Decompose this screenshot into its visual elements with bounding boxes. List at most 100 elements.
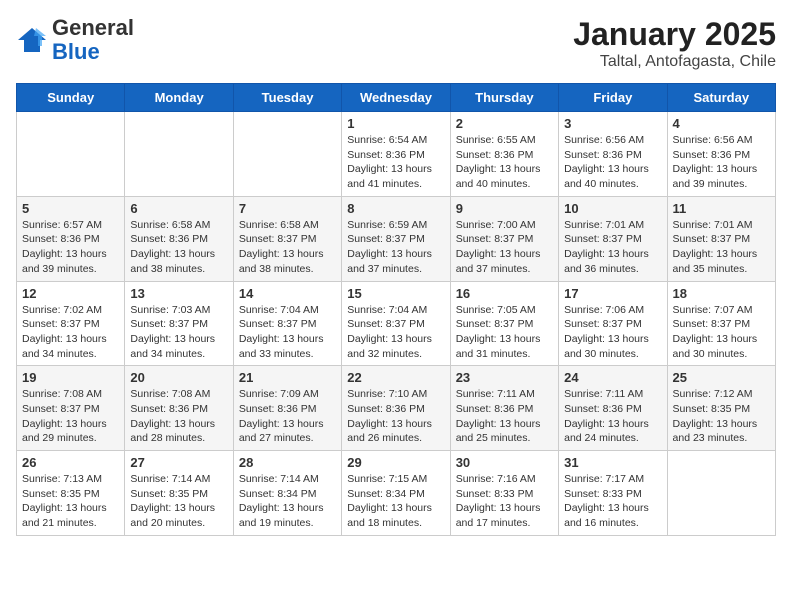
calendar-day: 22 Sunrise: 7:10 AM Sunset: 8:36 PM Dayli… — [342, 366, 450, 451]
calendar-day: 28 Sunrise: 7:14 AM Sunset: 8:34 PM Dayli… — [233, 451, 341, 536]
calendar-day: 25Sunrise: 7:12 AM Sunset: 8:35 PM Dayli… — [667, 366, 775, 451]
day-number: 30 — [456, 455, 553, 470]
calendar-day: 5Sunrise: 6:57 AM Sunset: 8:36 PM Daylig… — [17, 196, 125, 281]
calendar-day: 21Sunrise: 7:09 AM Sunset: 8:36 PM Dayli… — [233, 366, 341, 451]
day-number: 10 — [564, 201, 661, 216]
day-info: Sunrise: 6:57 AM Sunset: 8:36 PM Dayligh… — [22, 218, 119, 277]
page-header: General Blue January 2025 Taltal, Antofa… — [16, 16, 776, 71]
calendar-day: 6Sunrise: 6:58 AM Sunset: 8:36 PM Daylig… — [125, 196, 233, 281]
calendar-day — [125, 112, 233, 197]
calendar-day: 20Sunrise: 7:08 AM Sunset: 8:36 PM Dayli… — [125, 366, 233, 451]
day-info: Sunrise: 7:15 AM Sunset: 8:34 PM Dayligh… — [347, 472, 444, 531]
day-info: Sunrise: 7:03 AM Sunset: 8:37 PM Dayligh… — [130, 303, 227, 362]
calendar-day: 24Sunrise: 7:11 AM Sunset: 8:36 PM Dayli… — [559, 366, 667, 451]
day-number: 26 — [22, 455, 119, 470]
weekday-header-friday: Friday — [559, 84, 667, 112]
day-number: 14 — [239, 286, 336, 301]
day-number: 15 — [347, 286, 444, 301]
calendar-title: January 2025 — [573, 16, 776, 53]
calendar-day: 2 Sunrise: 6:55 AM Sunset: 8:36 PM Daylig… — [450, 112, 558, 197]
day-info: Sunrise: 6:58 AM Sunset: 8:37 PM Dayligh… — [239, 218, 336, 277]
day-number: 28 — [239, 455, 336, 470]
day-info: Sunrise: 7:06 AM Sunset: 8:37 PM Dayligh… — [564, 303, 661, 362]
calendar-day: 3 Sunrise: 6:56 AM Sunset: 8:36 PM Daylig… — [559, 112, 667, 197]
day-info: Sunrise: 7:14 AM Sunset: 8:34 PM Dayligh… — [239, 472, 336, 531]
calendar-day — [233, 112, 341, 197]
day-number: 31 — [564, 455, 661, 470]
day-number: 18 — [673, 286, 770, 301]
calendar-day: 7 Sunrise: 6:58 AM Sunset: 8:37 PM Daylig… — [233, 196, 341, 281]
day-number: 27 — [130, 455, 227, 470]
calendar-day: 13 Sunrise: 7:03 AM Sunset: 8:37 PM Dayli… — [125, 281, 233, 366]
day-number: 8 — [347, 201, 444, 216]
day-info: Sunrise: 7:07 AM Sunset: 8:37 PM Dayligh… — [673, 303, 770, 362]
day-info: Sunrise: 7:04 AM Sunset: 8:37 PM Dayligh… — [347, 303, 444, 362]
logo-general: General — [52, 15, 134, 40]
day-info: Sunrise: 7:01 AM Sunset: 8:37 PM Dayligh… — [564, 218, 661, 277]
day-number: 29 — [347, 455, 444, 470]
calendar-week-4: 19 Sunrise: 7:08 AM Sunset: 8:37 PM Dayli… — [17, 366, 776, 451]
weekday-header-saturday: Saturday — [667, 84, 775, 112]
weekday-header-thursday: Thursday — [450, 84, 558, 112]
day-number: 7 — [239, 201, 336, 216]
calendar-day: 29 Sunrise: 7:15 AM Sunset: 8:34 PM Dayli… — [342, 451, 450, 536]
day-info: Sunrise: 7:12 AM Sunset: 8:35 PM Dayligh… — [673, 387, 770, 446]
day-number: 24 — [564, 370, 661, 385]
title-block: January 2025 Taltal, Antofagasta, Chile — [573, 16, 776, 71]
day-number: 22 — [347, 370, 444, 385]
day-number: 3 — [564, 116, 661, 131]
calendar-day: 19 Sunrise: 7:08 AM Sunset: 8:37 PM Dayli… — [17, 366, 125, 451]
day-info: Sunrise: 7:05 AM Sunset: 8:37 PM Dayligh… — [456, 303, 553, 362]
calendar-day: 10 Sunrise: 7:01 AM Sunset: 8:37 PM Dayli… — [559, 196, 667, 281]
calendar-day: 12 Sunrise: 7:02 AM Sunset: 8:37 PM Dayli… — [17, 281, 125, 366]
calendar-day: 23 Sunrise: 7:11 AM Sunset: 8:36 PM Dayli… — [450, 366, 558, 451]
day-info: Sunrise: 7:16 AM Sunset: 8:33 PM Dayligh… — [456, 472, 553, 531]
calendar-day: 4Sunrise: 6:56 AM Sunset: 8:36 PM Daylig… — [667, 112, 775, 197]
calendar-day — [667, 451, 775, 536]
calendar-day: 1Sunrise: 6:54 AM Sunset: 8:36 PM Daylig… — [342, 112, 450, 197]
calendar-day: 26 Sunrise: 7:13 AM Sunset: 8:35 PM Dayli… — [17, 451, 125, 536]
logo-icon — [16, 26, 48, 54]
calendar-table: SundayMondayTuesdayWednesdayThursdayFrid… — [16, 83, 776, 536]
day-info: Sunrise: 7:14 AM Sunset: 8:35 PM Dayligh… — [130, 472, 227, 531]
day-info: Sunrise: 7:17 AM Sunset: 8:33 PM Dayligh… — [564, 472, 661, 531]
day-number: 2 — [456, 116, 553, 131]
day-number: 12 — [22, 286, 119, 301]
day-info: Sunrise: 7:11 AM Sunset: 8:36 PM Dayligh… — [456, 387, 553, 446]
day-number: 20 — [130, 370, 227, 385]
weekday-header-row: SundayMondayTuesdayWednesdayThursdayFrid… — [17, 84, 776, 112]
day-number: 21 — [239, 370, 336, 385]
day-info: Sunrise: 6:58 AM Sunset: 8:36 PM Dayligh… — [130, 218, 227, 277]
day-info: Sunrise: 6:56 AM Sunset: 8:36 PM Dayligh… — [673, 133, 770, 192]
calendar-day: 30 Sunrise: 7:16 AM Sunset: 8:33 PM Dayli… — [450, 451, 558, 536]
day-info: Sunrise: 7:08 AM Sunset: 8:37 PM Dayligh… — [22, 387, 119, 446]
calendar-week-2: 5Sunrise: 6:57 AM Sunset: 8:36 PM Daylig… — [17, 196, 776, 281]
calendar-day: 8 Sunrise: 6:59 AM Sunset: 8:37 PM Daylig… — [342, 196, 450, 281]
calendar-week-1: 1Sunrise: 6:54 AM Sunset: 8:36 PM Daylig… — [17, 112, 776, 197]
day-number: 17 — [564, 286, 661, 301]
day-info: Sunrise: 7:02 AM Sunset: 8:37 PM Dayligh… — [22, 303, 119, 362]
weekday-header-tuesday: Tuesday — [233, 84, 341, 112]
day-number: 9 — [456, 201, 553, 216]
calendar-day: 14Sunrise: 7:04 AM Sunset: 8:37 PM Dayli… — [233, 281, 341, 366]
day-info: Sunrise: 6:56 AM Sunset: 8:36 PM Dayligh… — [564, 133, 661, 192]
day-info: Sunrise: 6:59 AM Sunset: 8:37 PM Dayligh… — [347, 218, 444, 277]
calendar-week-5: 26 Sunrise: 7:13 AM Sunset: 8:35 PM Dayli… — [17, 451, 776, 536]
weekday-header-monday: Monday — [125, 84, 233, 112]
day-number: 13 — [130, 286, 227, 301]
calendar-day: 9Sunrise: 7:00 AM Sunset: 8:37 PM Daylig… — [450, 196, 558, 281]
day-number: 11 — [673, 201, 770, 216]
day-number: 19 — [22, 370, 119, 385]
calendar-day: 16Sunrise: 7:05 AM Sunset: 8:37 PM Dayli… — [450, 281, 558, 366]
calendar-day: 15 Sunrise: 7:04 AM Sunset: 8:37 PM Dayli… — [342, 281, 450, 366]
day-info: Sunrise: 6:55 AM Sunset: 8:36 PM Dayligh… — [456, 133, 553, 192]
calendar-day: 17 Sunrise: 7:06 AM Sunset: 8:37 PM Dayli… — [559, 281, 667, 366]
day-info: Sunrise: 6:54 AM Sunset: 8:36 PM Dayligh… — [347, 133, 444, 192]
day-info: Sunrise: 7:13 AM Sunset: 8:35 PM Dayligh… — [22, 472, 119, 531]
calendar-subtitle: Taltal, Antofagasta, Chile — [573, 53, 776, 71]
logo-text: General Blue — [52, 16, 134, 64]
weekday-header-sunday: Sunday — [17, 84, 125, 112]
day-info: Sunrise: 7:10 AM Sunset: 8:36 PM Dayligh… — [347, 387, 444, 446]
day-number: 23 — [456, 370, 553, 385]
calendar-day: 27 Sunrise: 7:14 AM Sunset: 8:35 PM Dayli… — [125, 451, 233, 536]
